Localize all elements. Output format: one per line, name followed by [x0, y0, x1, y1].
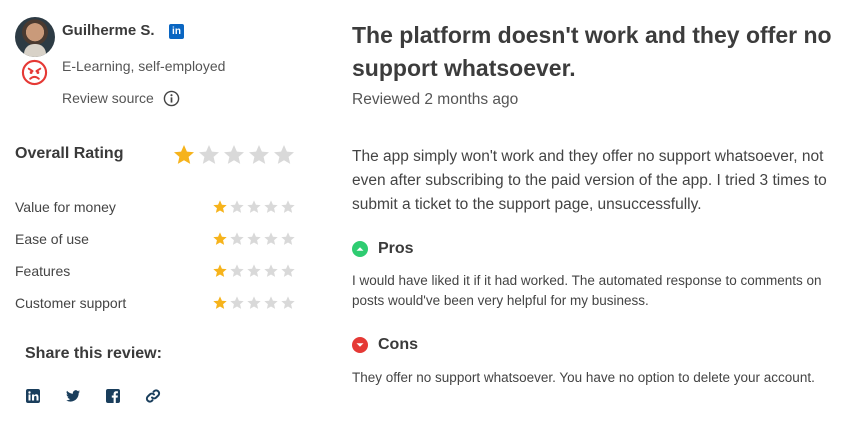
- star-empty-icon: [224, 145, 244, 164]
- star-empty-icon: [249, 145, 269, 164]
- review-title: The platform doesn't work and they offer…: [352, 22, 832, 81]
- star-empty-icon: [281, 264, 295, 277]
- star-empty-icon: [281, 296, 295, 309]
- cons-down-icon: [352, 337, 368, 353]
- share-icons: [25, 388, 161, 404]
- rating-stars: [212, 231, 296, 247]
- angry-face-icon: [21, 59, 48, 86]
- star-empty-icon: [264, 264, 278, 277]
- pros-header: Pros: [352, 240, 414, 258]
- rating-stars: [212, 263, 296, 279]
- linkedin-badge-icon[interactable]: in: [169, 24, 184, 39]
- rating-row-features: Features: [15, 261, 305, 283]
- star-empty-icon: [264, 200, 278, 213]
- star-empty-icon: [230, 200, 244, 213]
- rating-stars: [212, 295, 296, 311]
- pros-up-icon: [352, 241, 368, 257]
- star-empty-icon: [247, 296, 261, 309]
- rating-stars: [212, 199, 296, 215]
- link-icon[interactable]: [145, 388, 161, 404]
- star-empty-icon: [247, 264, 261, 277]
- rating-label: Customer support: [15, 295, 127, 311]
- star-empty-icon: [264, 296, 278, 309]
- star-empty-icon: [230, 296, 244, 309]
- overall-rating-stars: [172, 143, 296, 167]
- rating-label: Value for money: [15, 199, 116, 215]
- facebook-icon[interactable]: [105, 388, 121, 404]
- avatar[interactable]: [15, 17, 55, 57]
- star-empty-icon: [264, 232, 278, 245]
- info-icon[interactable]: [163, 90, 180, 107]
- reviewer-industry: E-Learning, self-employed: [62, 58, 226, 74]
- cons-text: They offer no support whatsoever. You ha…: [352, 370, 815, 385]
- review-body: The app simply won't work and they offer…: [352, 148, 827, 213]
- star-empty-icon: [274, 145, 294, 164]
- cons-title: Cons: [378, 336, 418, 353]
- rating-row-ease-of-use: Ease of use: [15, 229, 305, 251]
- star-empty-icon: [281, 200, 295, 213]
- reviewer-panel: Guilherme S. in E-Learning, self-employe…: [0, 0, 330, 434]
- star-empty-icon: [247, 200, 261, 213]
- star-empty-icon: [230, 264, 244, 277]
- star-filled-icon: [174, 145, 194, 164]
- cons-header: Cons: [352, 336, 418, 354]
- review-date: Reviewed 2 months ago: [352, 91, 519, 108]
- star-filled-icon: [213, 296, 227, 309]
- linkedin-icon[interactable]: [25, 388, 41, 404]
- twitter-icon[interactable]: [65, 388, 81, 404]
- pros-title: Pros: [378, 240, 414, 257]
- pros-text: I would have liked it if it had worked. …: [352, 273, 822, 308]
- star-empty-icon: [199, 145, 219, 164]
- star-filled-icon: [213, 200, 227, 213]
- rating-label: Features: [15, 263, 71, 279]
- rating-label: Ease of use: [15, 231, 89, 247]
- rating-row-value-for-money: Value for money: [15, 197, 305, 219]
- rating-row-customer-support: Customer support: [15, 293, 305, 315]
- star-empty-icon: [247, 232, 261, 245]
- star-filled-icon: [213, 232, 227, 245]
- overall-rating-label: Overall Rating: [15, 145, 124, 162]
- star-filled-icon: [213, 264, 227, 277]
- share-label: Share this review:: [25, 345, 162, 362]
- star-empty-icon: [230, 232, 244, 245]
- review-source-label: Review source: [62, 90, 154, 106]
- reviewer-name: Guilherme S.: [62, 22, 155, 39]
- star-empty-icon: [281, 232, 295, 245]
